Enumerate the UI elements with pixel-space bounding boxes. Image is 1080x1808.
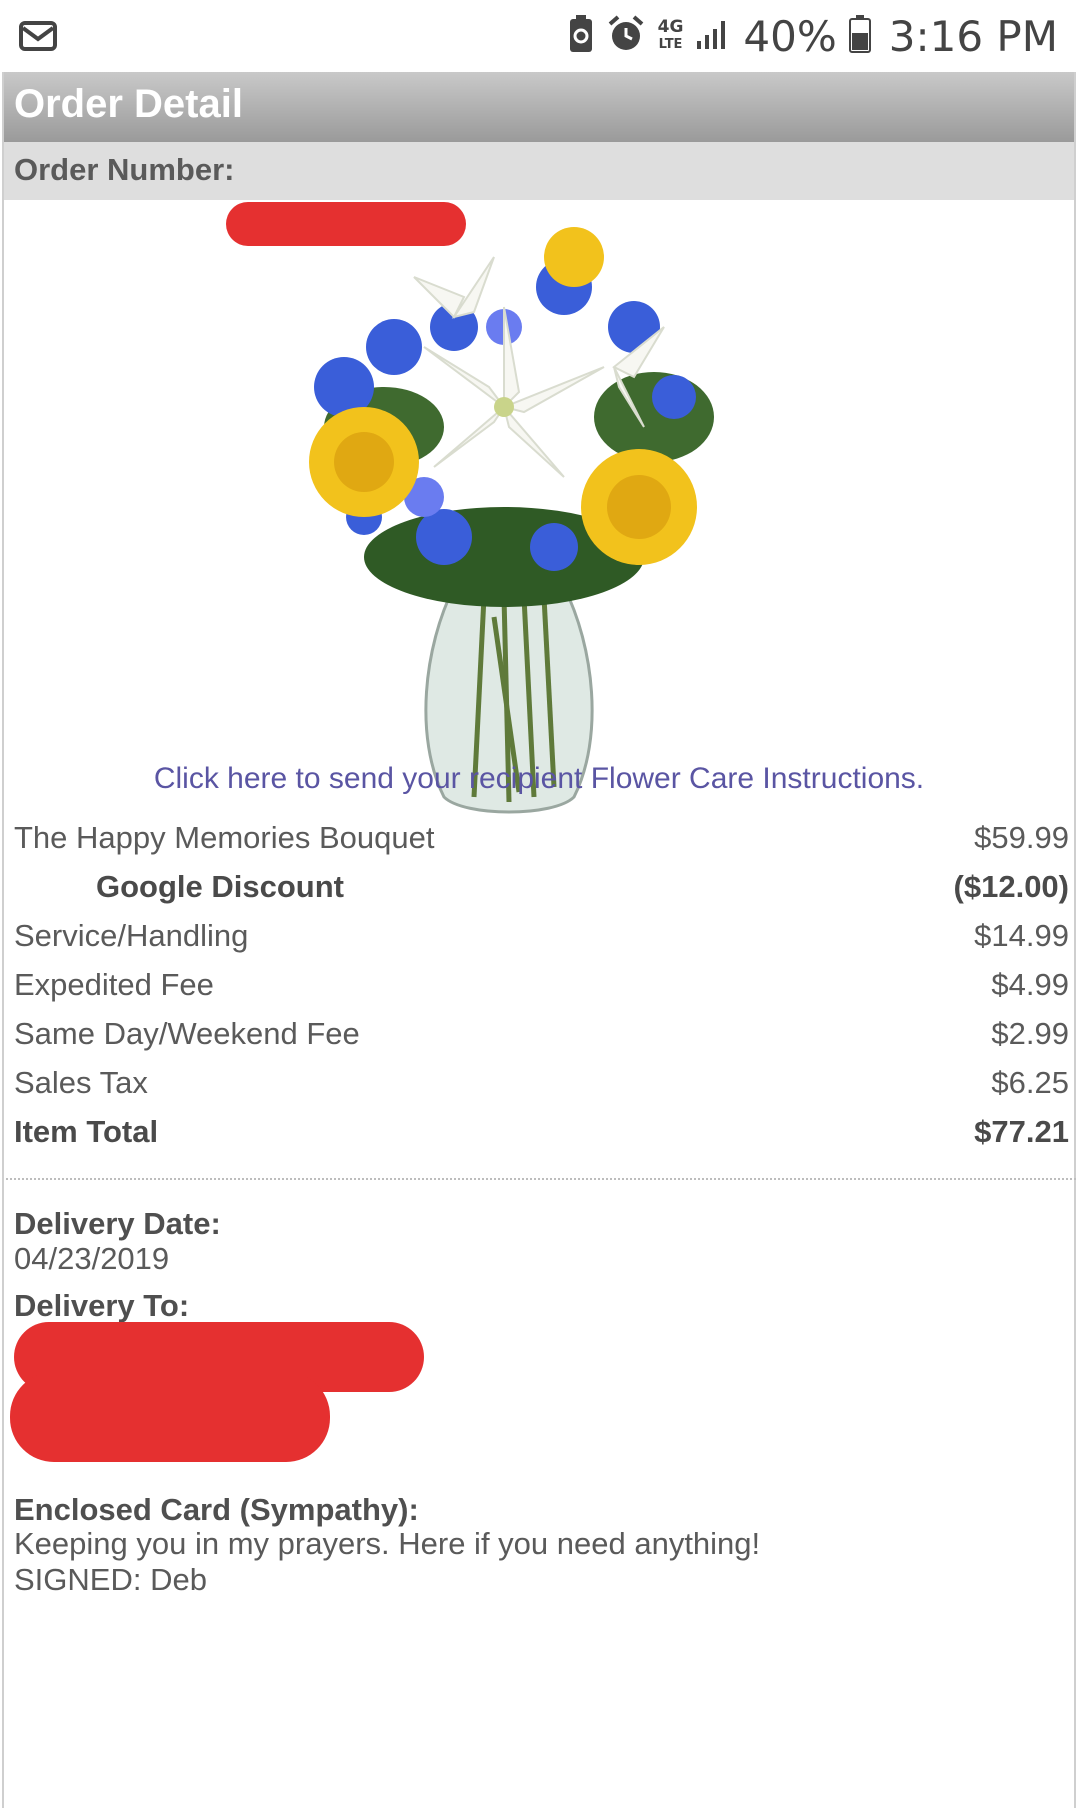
order-detail-panel: Order Detail Order Number: Click here to…: [2, 72, 1076, 1808]
delivery-address-redaction: [10, 1372, 330, 1462]
line-item-amount: $4.99: [991, 967, 1069, 1002]
line-item-amount: $14.99: [974, 918, 1069, 953]
line-item-row: Service/Handling $14.99: [14, 918, 1069, 966]
battery-saver-icon: [568, 14, 594, 59]
line-item-name: Expedited Fee: [14, 967, 214, 1002]
enclosed-card-message: Keeping you in my prayers. Here if you n…: [14, 1526, 761, 1561]
enclosed-card-signature: SIGNED: Deb: [14, 1562, 207, 1597]
delivery-date-value: 04/23/2019: [14, 1241, 170, 1276]
battery-icon: [848, 14, 871, 58]
alarm-icon: [606, 14, 646, 59]
product-image: [304, 217, 784, 822]
line-item-name: Same Day/Weekend Fee: [14, 1016, 360, 1051]
line-item-row: The Happy Memories Bouquet $59.99: [14, 820, 1069, 868]
line-item-amount: $6.25: [991, 1065, 1069, 1100]
delivery-to-label: Delivery To:: [14, 1288, 190, 1323]
clock: 3:16 PM: [888, 11, 1058, 61]
network-label: 4G: [657, 17, 684, 37]
order-detail-screen: 4G LTE 40% 3:16 PM Order Detail Order Nu…: [0, 0, 1080, 1808]
mail-icon: [18, 18, 58, 59]
enclosed-card-label: Enclosed Card (Sympathy):: [14, 1492, 419, 1527]
item-total-label: Item Total: [14, 1114, 159, 1149]
item-total-amount: $77.21: [974, 1114, 1069, 1149]
line-item-row: Sales Tax $6.25: [14, 1065, 1069, 1113]
page-title: Order Detail: [14, 82, 243, 126]
status-bar: 4G LTE 40% 3:16 PM: [0, 0, 1080, 72]
line-item-amount: $59.99: [974, 820, 1069, 855]
line-item-name: The Happy Memories Bouquet: [14, 820, 435, 855]
line-item-row: Same Day/Weekend Fee $2.99: [14, 1016, 1069, 1064]
flower-care-instructions-link[interactable]: Click here to send your recipient Flower…: [4, 762, 1074, 796]
line-item-row-discount: Google Discount ($12.00): [14, 869, 1069, 917]
order-number-label: Order Number:: [14, 152, 235, 187]
line-item-name: Sales Tax: [14, 1065, 148, 1100]
delivery-date-label: Delivery Date:: [14, 1206, 221, 1241]
line-item-name: Google Discount: [96, 869, 344, 904]
line-item-row: Expedited Fee $4.99: [14, 967, 1069, 1015]
network-sub-label: LTE: [658, 37, 683, 52]
battery-percent: 40%: [743, 11, 837, 61]
item-total-row: Item Total $77.21: [14, 1114, 1069, 1162]
signal-icon: [695, 17, 731, 56]
line-item-amount: ($12.00): [953, 869, 1069, 904]
lte-icon: 4G LTE: [658, 19, 684, 53]
section-divider: [6, 1178, 1076, 1180]
line-item-amount: $2.99: [991, 1016, 1069, 1051]
line-item-name: Service/Handling: [14, 918, 249, 953]
